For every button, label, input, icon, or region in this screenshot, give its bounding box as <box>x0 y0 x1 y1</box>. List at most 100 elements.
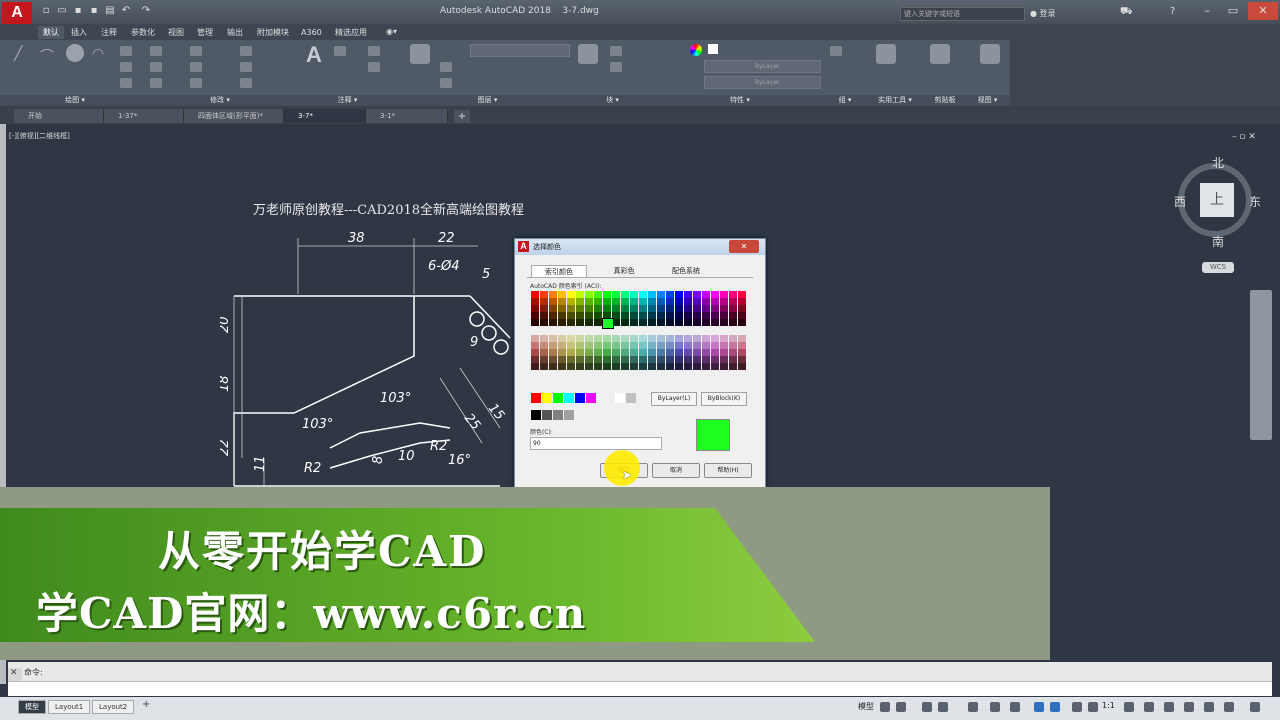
aci-color-swatch[interactable] <box>711 349 719 356</box>
aci-color-swatch[interactable] <box>558 312 566 319</box>
aci-color-swatch[interactable] <box>594 312 602 319</box>
aci-color-swatch[interactable] <box>738 342 746 349</box>
aci-color-swatch[interactable] <box>639 319 647 326</box>
aci-color-swatch[interactable] <box>603 305 611 312</box>
aci-color-swatch[interactable] <box>720 305 728 312</box>
selected-color-swatch[interactable] <box>602 318 614 329</box>
aci-color-swatch[interactable] <box>648 291 656 298</box>
aci-color-swatch[interactable] <box>729 349 737 356</box>
doc-tab[interactable]: 1-37* <box>104 109 184 123</box>
mirror-icon[interactable] <box>150 62 162 72</box>
aci-color-swatch[interactable] <box>711 319 719 326</box>
new-tab-button[interactable]: + <box>454 110 470 123</box>
annotation-scale-icon[interactable] <box>1088 702 1098 712</box>
aci-color-swatch[interactable] <box>594 363 602 370</box>
standard-color-swatch[interactable] <box>564 393 574 403</box>
aci-color-swatch[interactable] <box>540 312 548 319</box>
aci-color-swatch[interactable] <box>603 349 611 356</box>
aci-color-swatch[interactable] <box>612 356 620 363</box>
aci-color-swatch[interactable] <box>549 342 557 349</box>
offset-icon[interactable] <box>240 78 252 88</box>
aci-color-swatch[interactable] <box>612 342 620 349</box>
model-space-button[interactable]: 模型 <box>858 701 874 712</box>
aci-color-swatch[interactable] <box>639 305 647 312</box>
aci-color-swatch[interactable] <box>567 335 575 342</box>
aci-color-swatch[interactable] <box>540 291 548 298</box>
command-input[interactable] <box>8 681 1272 696</box>
aci-color-swatch[interactable] <box>585 298 593 305</box>
aci-color-swatch[interactable] <box>558 342 566 349</box>
aci-color-swatch[interactable] <box>675 291 683 298</box>
aci-color-swatch[interactable] <box>720 349 728 356</box>
standard-color-swatch[interactable] <box>575 393 585 403</box>
dialog-close-button[interactable]: ✕ <box>729 240 759 253</box>
aci-color-swatch[interactable] <box>729 335 737 342</box>
aci-color-swatch[interactable] <box>630 363 638 370</box>
tab-insert[interactable]: 插入 <box>66 26 92 39</box>
layout-tab-model[interactable]: 模型 <box>18 700 46 714</box>
tab-featured-apps[interactable]: 精选应用 <box>330 26 372 39</box>
aci-color-swatch[interactable] <box>603 356 611 363</box>
redo-icon[interactable]: ↷ <box>140 5 152 17</box>
tab-output[interactable]: 输出 <box>222 26 248 39</box>
aci-color-swatch[interactable] <box>729 319 737 326</box>
aci-color-swatch[interactable] <box>567 305 575 312</box>
aci-color-swatch[interactable] <box>639 312 647 319</box>
aci-color-swatch[interactable] <box>603 298 611 305</box>
aci-color-swatch[interactable] <box>549 312 557 319</box>
aci-color-swatch[interactable] <box>585 335 593 342</box>
aci-color-swatch[interactable] <box>585 342 593 349</box>
aci-color-swatch[interactable] <box>621 356 629 363</box>
aci-palette-upper[interactable] <box>531 291 751 329</box>
aci-color-swatch[interactable] <box>630 298 638 305</box>
compass-north[interactable]: 北 <box>1212 154 1224 171</box>
aci-color-swatch[interactable] <box>558 305 566 312</box>
aci-color-swatch[interactable] <box>684 312 692 319</box>
cancel-button[interactable]: 取消 <box>652 463 700 478</box>
aci-color-swatch[interactable] <box>603 291 611 298</box>
aci-color-swatch[interactable] <box>576 305 584 312</box>
aci-color-swatch[interactable] <box>666 312 674 319</box>
aci-color-swatch[interactable] <box>720 363 728 370</box>
aci-color-swatch[interactable] <box>558 356 566 363</box>
aci-color-swatch[interactable] <box>738 312 746 319</box>
aci-color-swatch[interactable] <box>702 342 710 349</box>
aci-color-swatch[interactable] <box>567 363 575 370</box>
aci-color-swatch[interactable] <box>711 356 719 363</box>
dimension-icon[interactable] <box>334 46 346 56</box>
cart-icon[interactable]: ⛟ <box>1120 6 1133 19</box>
aci-color-swatch[interactable] <box>612 363 620 370</box>
aci-color-swatch[interactable] <box>612 291 620 298</box>
aci-color-swatch[interactable] <box>630 312 638 319</box>
standard-color-swatch[interactable] <box>542 393 552 403</box>
aci-color-swatch[interactable] <box>702 363 710 370</box>
panel-draw[interactable]: 绘图 ▾ <box>0 95 150 106</box>
circle-icon[interactable] <box>66 44 84 62</box>
aci-color-swatch[interactable] <box>567 312 575 319</box>
new-file-icon[interactable]: ▫ <box>40 5 52 17</box>
compass-east[interactable]: 东 <box>1249 193 1261 210</box>
aci-color-swatch[interactable] <box>576 335 584 342</box>
aci-color-swatch[interactable] <box>603 363 611 370</box>
isolate-objects-icon[interactable] <box>1184 702 1194 712</box>
polyline-icon[interactable]: ⌒ <box>40 46 54 65</box>
aci-color-swatch[interactable] <box>657 342 665 349</box>
save-as-icon[interactable]: ▪ <box>88 5 100 17</box>
aci-color-swatch[interactable] <box>693 363 701 370</box>
aci-color-swatch[interactable] <box>540 298 548 305</box>
aci-color-swatch[interactable] <box>612 298 620 305</box>
viewport-window-controls[interactable]: – ▫ ✕ <box>1232 132 1256 142</box>
aci-color-swatch[interactable] <box>549 291 557 298</box>
rotate-icon[interactable] <box>150 46 162 56</box>
color-field[interactable]: 90 <box>530 437 662 450</box>
aci-color-swatch[interactable] <box>711 342 719 349</box>
ribbon-minimize-icon[interactable]: ◉▾ <box>386 27 397 36</box>
transparency-icon[interactable] <box>1034 702 1044 712</box>
aci-color-swatch[interactable] <box>630 335 638 342</box>
panel-modify[interactable]: 修改 ▾ <box>150 95 290 106</box>
aci-color-swatch[interactable] <box>702 319 710 326</box>
annotation-scale[interactable]: 1:1 <box>1102 701 1115 710</box>
layer-off-icon[interactable] <box>440 62 452 72</box>
aci-color-swatch[interactable] <box>531 298 539 305</box>
gray-color-swatch[interactable] <box>542 410 552 420</box>
